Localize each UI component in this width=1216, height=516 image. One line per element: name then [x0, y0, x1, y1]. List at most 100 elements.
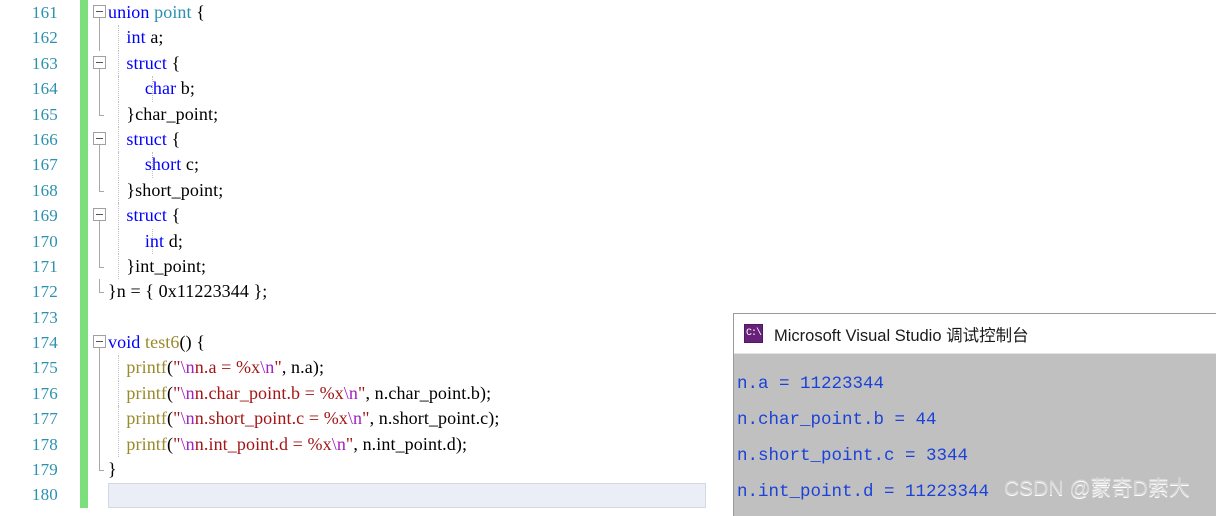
token-str: n.int_point.d = %x	[194, 433, 332, 454]
token-pl: }	[108, 459, 117, 480]
token-str: "	[173, 408, 181, 429]
token-pl: {	[167, 205, 181, 226]
outlining-column[interactable]	[92, 203, 108, 229]
code-line[interactable]: 172}n = { 0x11223344 };	[0, 279, 1216, 305]
code-text: struct {	[108, 127, 180, 152]
collapse-minus-icon[interactable]	[93, 335, 106, 349]
token-pl: , n.a);	[281, 357, 325, 378]
token-kw: char	[144, 78, 177, 99]
code-line[interactable]: 170 int d;	[0, 228, 1216, 254]
outlining-column[interactable]	[92, 380, 108, 407]
change-indicator-bar	[80, 457, 88, 483]
outlining-line	[99, 152, 100, 178]
cmd-prompt-icon: C:\	[744, 324, 763, 343]
code-line[interactable]: 165 }char_point;	[0, 101, 1216, 127]
outlining-line	[99, 355, 100, 381]
code-text: }	[108, 457, 117, 482]
outlining-column[interactable]	[92, 25, 108, 51]
token-kw: union	[108, 2, 150, 22]
outlining-column[interactable]	[92, 51, 108, 77]
line-number: 163	[31, 53, 58, 73]
collapse-minus-icon[interactable]	[93, 5, 106, 18]
outlining-column[interactable]	[92, 305, 108, 330]
code-text: int a;	[108, 25, 164, 50]
change-indicator-bar	[80, 279, 88, 305]
debug-console-window[interactable]: C:\ Microsoft Visual Studio 调试控制台 n.a = …	[733, 313, 1216, 516]
token-kw: struct	[126, 52, 167, 73]
outlining-column[interactable]	[92, 101, 108, 127]
line-number: 174	[31, 333, 58, 353]
console-window-title: Microsoft Visual Studio 调试控制台	[774, 326, 1029, 345]
code-line[interactable]: 171 }int_point;	[0, 253, 1216, 280]
line-number: 173	[31, 307, 58, 327]
outlining-line	[99, 348, 100, 356]
outlining-line-end	[99, 177, 104, 192]
token-str: "	[173, 433, 181, 454]
token-pl: {	[167, 52, 181, 73]
outlining-column[interactable]	[92, 457, 108, 482]
console-titlebar[interactable]: C:\ Microsoft Visual Studio 调试控制台	[734, 314, 1216, 354]
outlining-column[interactable]	[92, 76, 108, 102]
code-line[interactable]: 167 short c;	[0, 152, 1216, 178]
code-line[interactable]: 163 struct {	[0, 50, 1216, 77]
token-kw: short	[144, 154, 182, 175]
token-fn: printf	[126, 357, 167, 378]
outlining-line-end	[99, 253, 104, 268]
token-str: n.a = %x	[194, 357, 261, 378]
code-text: printf("\nn.char_point.b = %x\n", n.char…	[108, 381, 491, 406]
outlining-line	[99, 228, 100, 254]
code-text: }short_point;	[108, 178, 223, 203]
token-esc: \n	[343, 382, 358, 403]
outlining-column[interactable]	[92, 431, 108, 458]
token-esc: \n	[180, 433, 195, 454]
outlining-column[interactable]	[92, 0, 108, 26]
code-text: union point {	[108, 0, 205, 25]
line-number: 162	[31, 28, 58, 48]
collapse-minus-icon[interactable]	[93, 55, 106, 69]
code-line[interactable]: 164 char b;	[0, 76, 1216, 102]
outlining-column[interactable]	[92, 177, 108, 203]
outlining-column[interactable]	[92, 152, 108, 178]
code-line[interactable]: 168 }short_point;	[0, 177, 1216, 204]
code-line[interactable]: 161 union point {	[0, 0, 1216, 26]
code-text: struct {	[108, 51, 180, 76]
change-indicator-bar	[80, 228, 88, 254]
code-line[interactable]: 169 struct {	[0, 203, 1216, 229]
change-indicator-bar	[80, 126, 88, 153]
outlining-column[interactable]	[92, 127, 108, 153]
token-esc: \n	[180, 382, 195, 403]
token-fn: printf	[126, 433, 167, 454]
code-line[interactable]: 162 int a;	[0, 25, 1216, 51]
token-pl: a;	[145, 27, 164, 48]
outlining-column[interactable]	[92, 355, 108, 381]
outlining-column[interactable]	[92, 253, 108, 279]
outlining-line	[99, 221, 100, 229]
outlining-column[interactable]	[92, 228, 108, 254]
token-type: point	[154, 2, 192, 22]
outlining-column[interactable]	[92, 406, 108, 432]
change-indicator-bar	[80, 406, 88, 432]
console-output-area[interactable]: n.a = 11223344 n.char_point.b = 44 n.short…	[734, 354, 1216, 516]
line-number: 178	[31, 434, 58, 454]
line-number: 170	[31, 231, 58, 251]
collapse-minus-icon[interactable]	[93, 208, 106, 222]
token-str: n.short_point.c = %x	[194, 408, 348, 429]
outlining-column[interactable]	[92, 482, 108, 507]
collapse-minus-icon[interactable]	[93, 131, 106, 145]
change-indicator-bar	[80, 380, 88, 407]
code-line[interactable]: 166 struct {	[0, 126, 1216, 153]
code-text: printf("\nn.short_point.c = %x\n", n.sho…	[108, 406, 499, 431]
outlining-column[interactable]	[92, 330, 108, 356]
token-kw: int	[144, 230, 165, 251]
outlining-column[interactable]	[92, 279, 108, 304]
change-indicator-bar	[80, 76, 88, 102]
line-number: 168	[31, 180, 58, 200]
code-text: }char_point;	[108, 102, 218, 127]
